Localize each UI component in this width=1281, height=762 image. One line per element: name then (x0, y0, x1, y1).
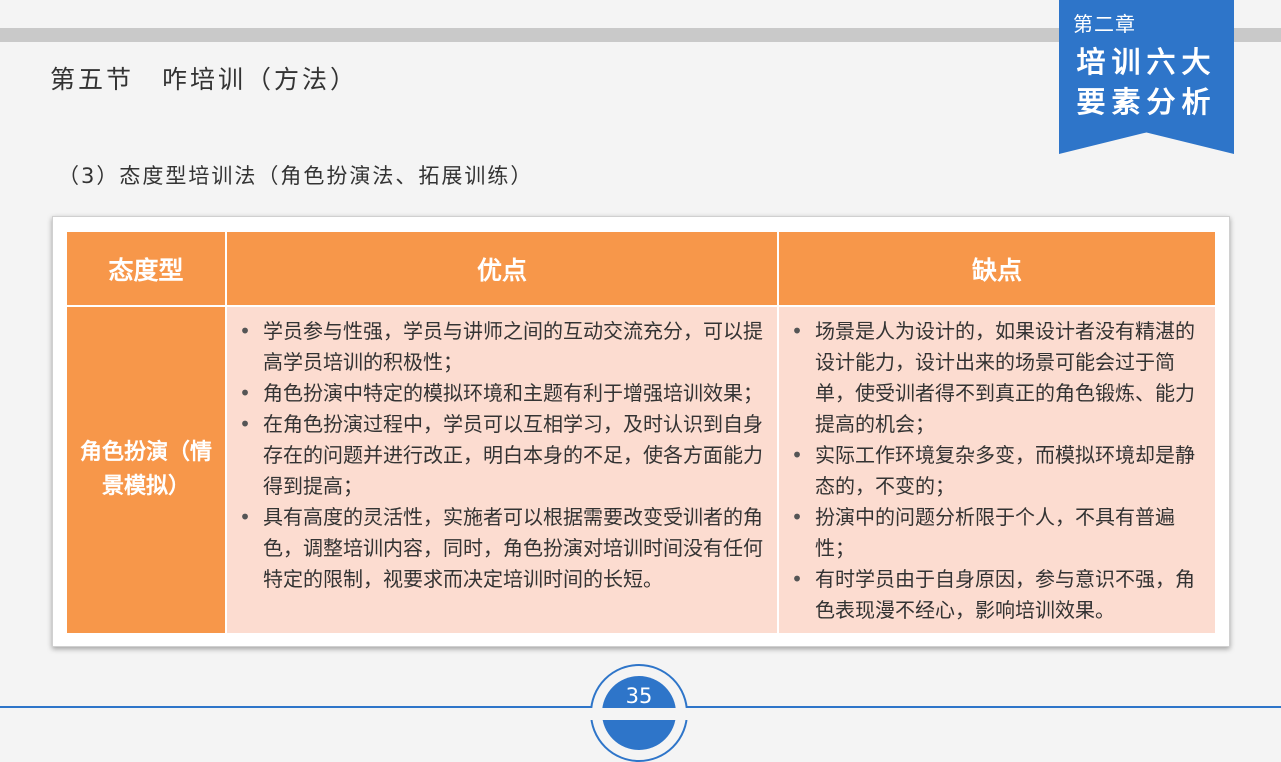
list-item: • 场景是人为设计的，如果设计者没有精湛的设计能力，设计出来的场景可能会过于简单，… (787, 316, 1207, 440)
advantages-list: • 学员参与性强，学员与讲师之间的互动交流充分，可以提高学员培训的积极性； • 角色… (235, 316, 769, 595)
disadvantages-cell: • 场景是人为设计的，如果设计者没有精湛的设计能力，设计出来的场景可能会过于简单，… (779, 307, 1215, 633)
methods-table: 态度型 优点 缺点 角色扮演（情景模拟） • 学员参与性强，学员与讲师之间的互动交… (67, 232, 1215, 633)
bullet-icon: • (791, 319, 803, 343)
list-item: • 角色扮演中特定的模拟环境和主题有利于增强培训效果； (235, 378, 769, 409)
advantages-cell: • 学员参与性强，学员与讲师之间的互动交流充分，可以提高学员培训的积极性； • 角色… (227, 307, 777, 633)
bullet-icon: • (791, 567, 803, 591)
methods-table-card: 态度型 优点 缺点 角色扮演（情景模拟） • 学员参与性强，学员与讲师之间的互动交… (52, 216, 1230, 647)
row-method-name: 角色扮演（情景模拟） (67, 307, 225, 633)
bullet-icon: • (239, 505, 251, 529)
subtitle: （3）态度型培训法（角色扮演法、拓展训练） (58, 164, 534, 188)
bullet-icon: • (791, 505, 803, 529)
section-title: 第五节 咋培训（方法） (50, 65, 359, 94)
list-item: • 有时学员由于自身原因，参与意识不强，角色表现漫不经心，影响培训效果。 (787, 564, 1207, 626)
header-advantages: 优点 (227, 232, 777, 305)
chapter-number: 第二章 (1073, 12, 1136, 36)
bullet-icon: • (239, 412, 251, 436)
list-item: • 实际工作环境复杂多变，而模拟环境却是静态的，不变的； (787, 440, 1207, 502)
chapter-title-line2: 要素分析 (1076, 85, 1217, 119)
disadvantages-list: • 场景是人为设计的，如果设计者没有精湛的设计能力，设计出来的场景可能会过于简单，… (787, 316, 1207, 626)
list-item: • 在角色扮演过程中，学员可以互相学习，及时认识到自身存在的问题并进行改正，明白本… (235, 409, 769, 502)
bullet-icon: • (239, 381, 251, 405)
page-number: 35 (625, 684, 653, 708)
chapter-title: 培训六大 要素分析 (1059, 42, 1234, 122)
chapter-tag: 第二章 培训六大 要素分析 (1059, 0, 1234, 154)
header-type: 态度型 (67, 232, 225, 305)
list-item: • 学员参与性强，学员与讲师之间的互动交流充分，可以提高学员培训的积极性； (235, 316, 769, 378)
list-item: • 具有高度的灵活性，实施者可以根据需要改变受训者的角色，调整培训内容，同时，角色… (235, 502, 769, 595)
bottom-edge (0, 708, 1281, 720)
list-item: • 扮演中的问题分析限于个人，不具有普遍性； (787, 502, 1207, 564)
chapter-title-line1: 培训六大 (1076, 45, 1217, 79)
header-disadvantages: 缺点 (779, 232, 1215, 305)
bullet-icon: • (239, 319, 251, 343)
bullet-icon: • (791, 443, 803, 467)
